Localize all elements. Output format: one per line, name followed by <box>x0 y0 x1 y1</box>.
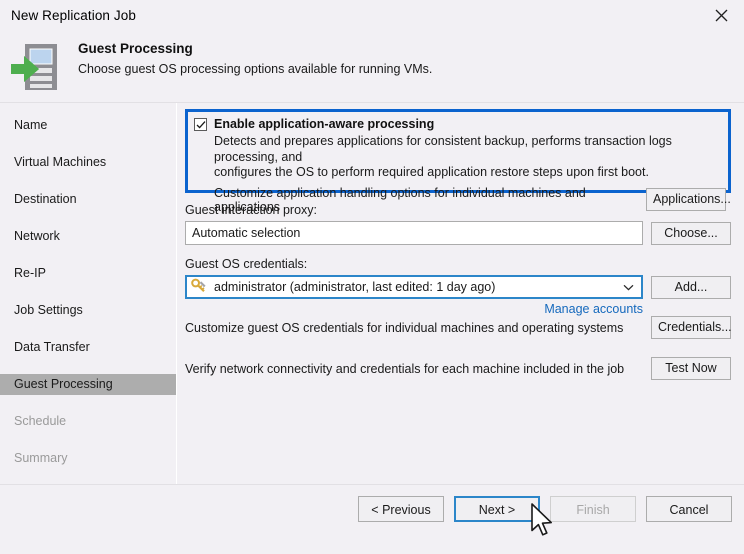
close-icon <box>715 9 728 22</box>
application-aware-processing-group: Enable application-aware processing Dete… <box>185 109 731 214</box>
server-replication-icon <box>8 37 66 95</box>
guest-os-credentials-value: administrator (administrator, last edite… <box>214 280 496 294</box>
cancel-button[interactable]: Cancel <box>646 496 732 522</box>
page-subtitle: Choose guest OS processing options avail… <box>78 62 433 76</box>
sidebar-item-re-ip[interactable]: Re-IP <box>0 263 176 284</box>
verify-connectivity-text: Verify network connectivity and credenti… <box>185 361 625 376</box>
dialog-body: Name Virtual Machines Destination Networ… <box>0 103 744 490</box>
guest-interaction-proxy-input[interactable]: Automatic selection <box>185 221 643 245</box>
window-titlebar: New Replication Job <box>0 0 744 30</box>
guest-interaction-proxy-label: Guest interaction proxy: <box>185 203 318 217</box>
app-aware-description-line-1: Detects and prepares applications for co… <box>214 134 672 164</box>
dialog-footer: < Previous Next > Finish Cancel <box>0 484 744 554</box>
add-credentials-button[interactable]: Add... <box>651 275 731 299</box>
enable-application-aware-processing-label: Enable application-aware processing <box>214 117 435 131</box>
app-aware-description-line-2: configures the OS to perform required ap… <box>214 165 649 179</box>
finish-button: Finish <box>550 496 636 522</box>
guest-os-credentials-combobox[interactable]: administrator (administrator, last edite… <box>185 275 643 299</box>
sidebar-item-network[interactable]: Network <box>0 226 176 247</box>
credentials-button[interactable]: Credentials... <box>651 316 732 339</box>
guest-processing-fields: Guest interaction proxy: Automatic selec… <box>185 203 732 380</box>
next-button[interactable]: Next > <box>454 496 540 522</box>
sidebar-item-summary: Summary <box>14 451 68 465</box>
page-header: Guest Processing Choose guest OS process… <box>0 30 744 103</box>
wizard-step-sidebar: Name Virtual Machines Destination Networ… <box>0 103 177 490</box>
guest-os-credentials-label: Guest OS credentials: <box>185 257 308 271</box>
sidebar-item-destination[interactable]: Destination <box>0 189 176 210</box>
sidebar-item-data-transfer[interactable]: Data Transfer <box>0 337 176 358</box>
enable-application-aware-processing-checkbox[interactable] <box>194 118 207 131</box>
window-title: New Replication Job <box>11 7 136 23</box>
footer-divider <box>0 484 744 485</box>
manage-accounts-link[interactable]: Manage accounts <box>544 302 643 316</box>
test-now-button[interactable]: Test Now <box>651 357 731 380</box>
sidebar-item-schedule: Schedule <box>14 414 67 428</box>
sidebar-item-virtual-machines[interactable]: Virtual Machines <box>0 152 176 173</box>
chevron-down-icon[interactable] <box>623 280 634 294</box>
sidebar-item-guest-processing[interactable]: Guest Processing <box>0 374 176 395</box>
page-title: Guest Processing <box>78 41 193 56</box>
close-button[interactable] <box>699 0 744 30</box>
key-icon <box>191 278 208 297</box>
choose-button[interactable]: Choose... <box>651 221 731 245</box>
sidebar-item-job-settings[interactable]: Job Settings <box>0 300 176 321</box>
step-content: Enable application-aware processing Dete… <box>177 103 744 490</box>
customize-credentials-text: Customize guest OS credentials for indiv… <box>185 320 624 335</box>
sidebar-item-name[interactable]: Name <box>0 115 176 136</box>
previous-button[interactable]: < Previous <box>358 496 444 522</box>
